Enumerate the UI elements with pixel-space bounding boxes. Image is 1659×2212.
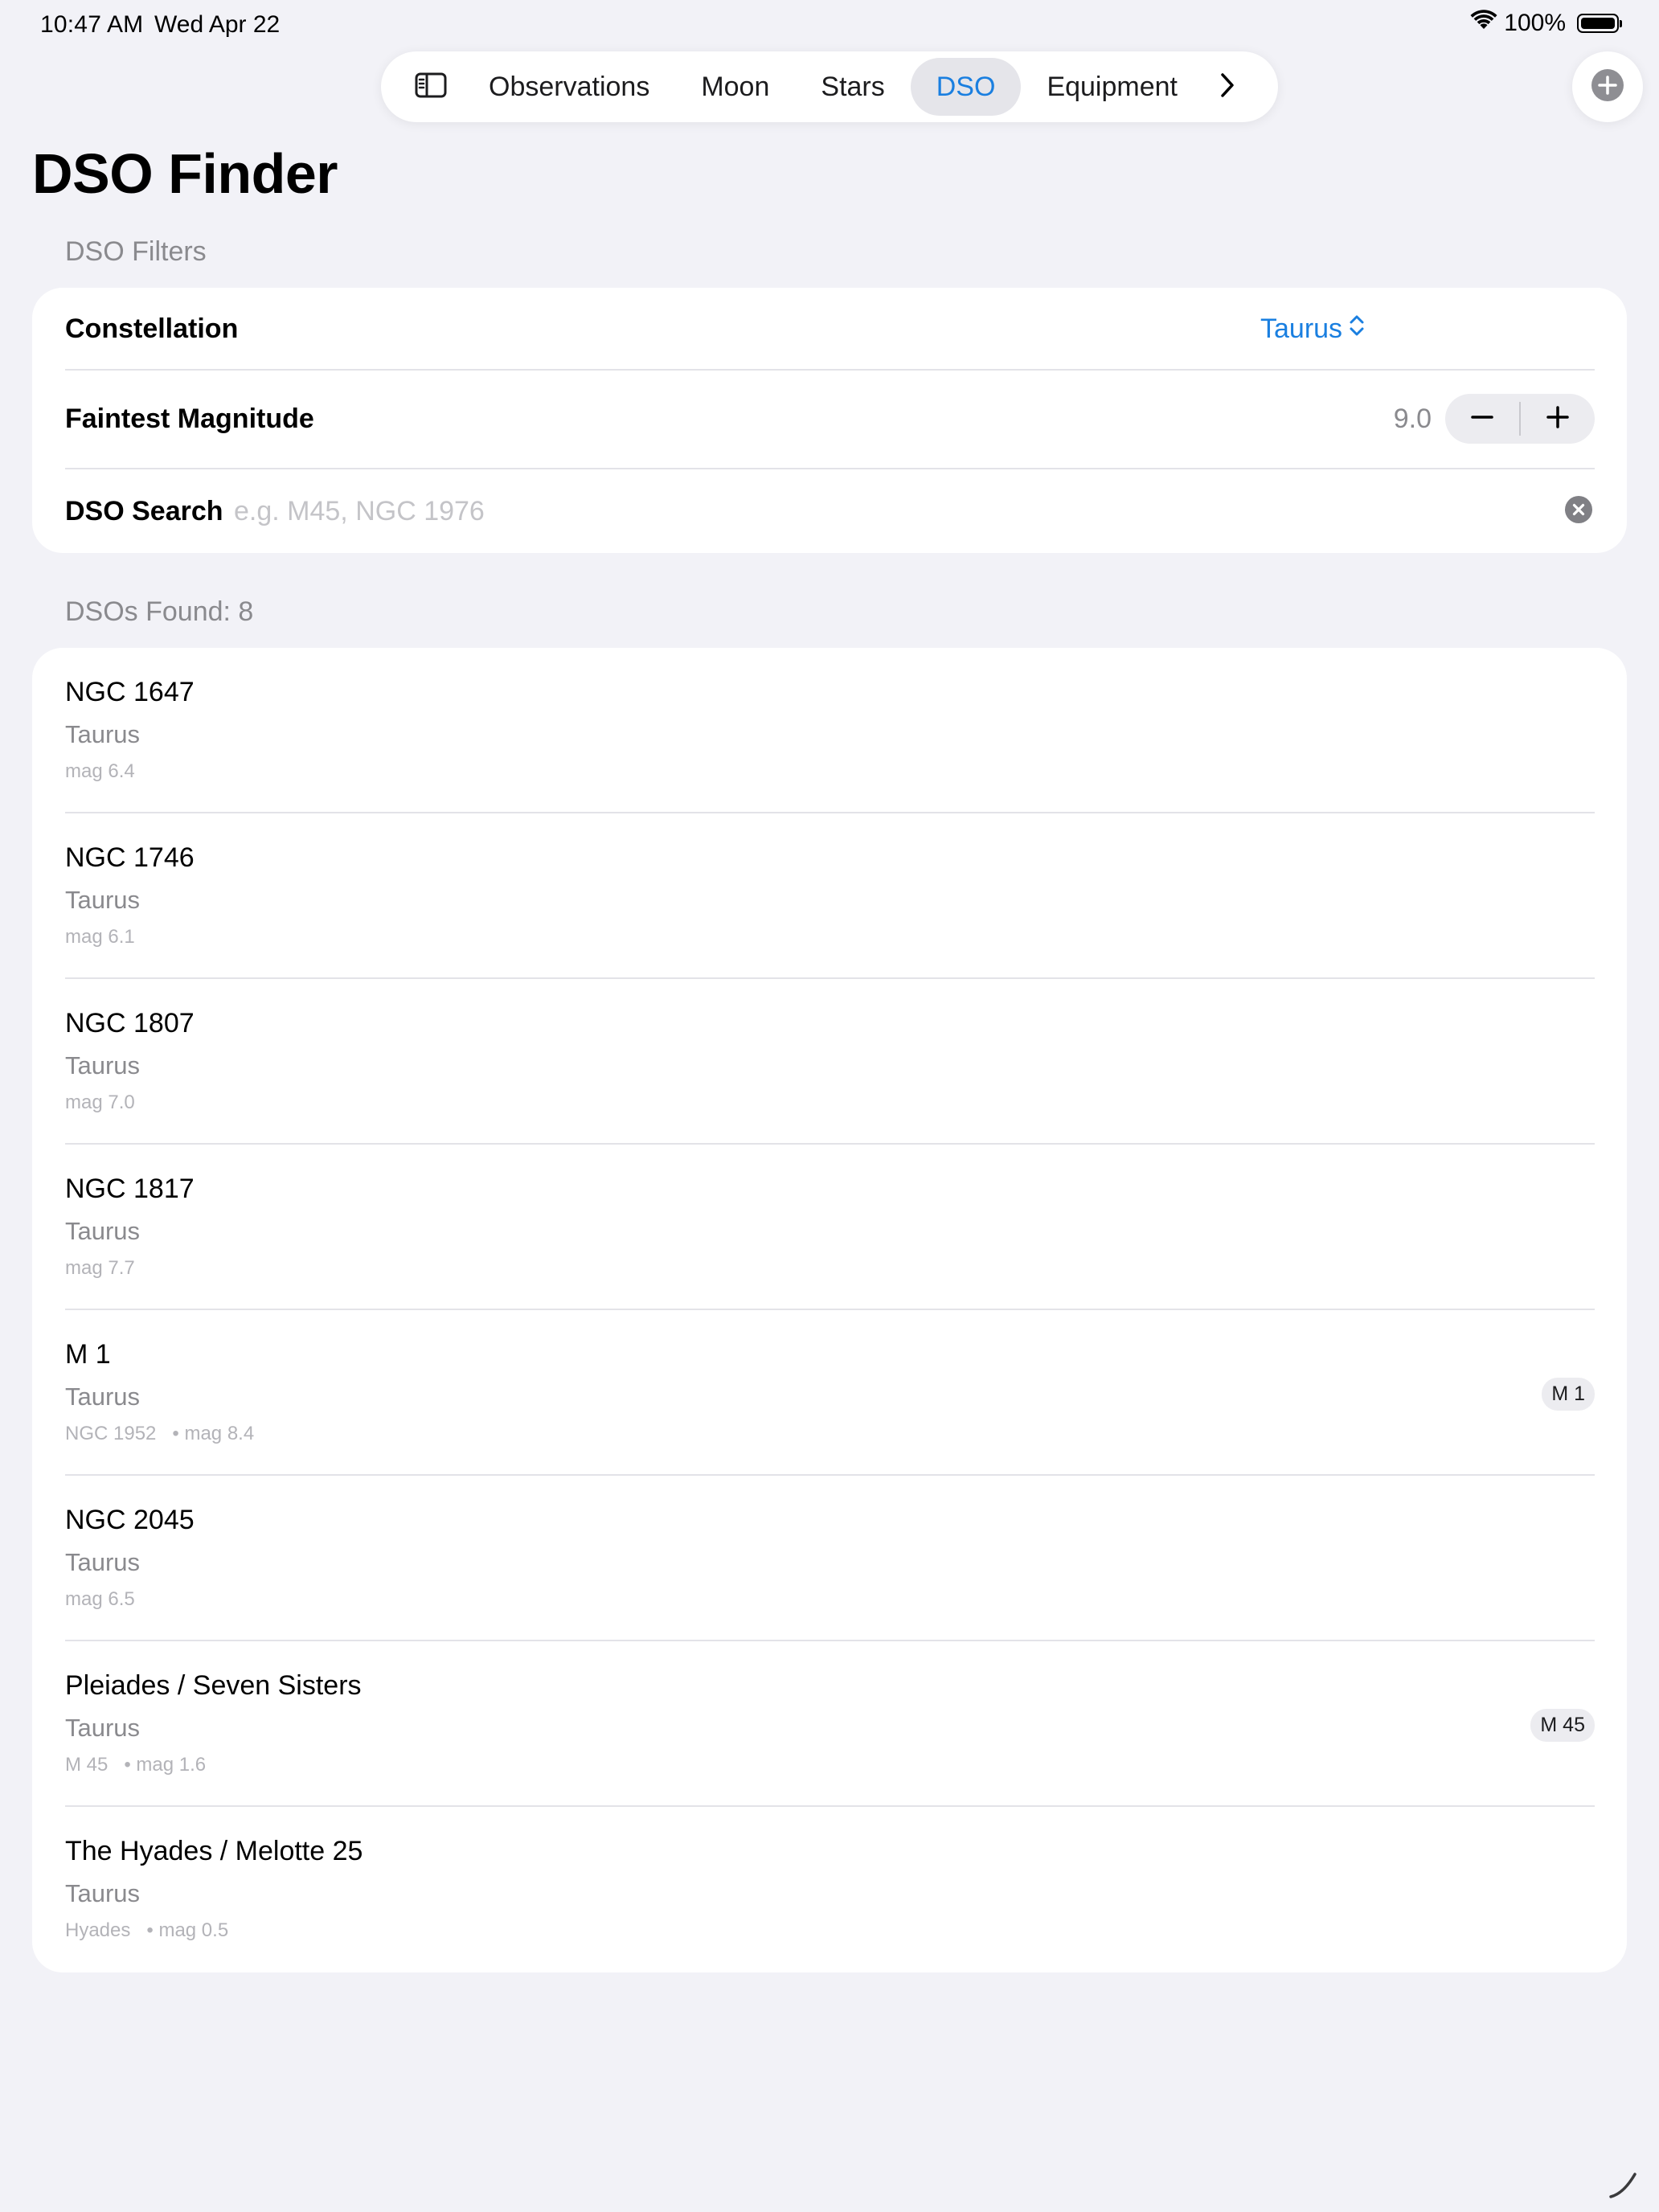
chevron-right-icon [1219, 72, 1235, 102]
dso-constellation: Taurus [65, 1382, 141, 1411]
pencil-stroke-icon [1606, 2157, 1651, 2206]
chevron-up-down-icon [1349, 313, 1365, 345]
plus-circle-icon [1591, 68, 1624, 106]
plus-icon [1546, 405, 1570, 433]
constellation-label: Constellation [65, 313, 239, 344]
dso-meta: NGC 1952 • mag 8.4 [65, 1423, 255, 1444]
decrement-button[interactable] [1445, 394, 1519, 444]
battery-percent: 100% [1504, 10, 1566, 36]
status-bar: 10:47 AM Wed Apr 22 100% [0, 0, 1659, 51]
dso-list-item[interactable]: The Hyades / Melotte 25 Taurus Hyades • ma… [32, 1807, 1627, 1972]
dso-list-item[interactable]: Pleiades / Seven Sisters Taurus M 45 • mag… [32, 1641, 1627, 1807]
battery-fill [1581, 18, 1615, 29]
dso-list-item[interactable]: NGC 1817 Taurus mag 7.7 [32, 1145, 1627, 1310]
dso-name: The Hyades / Melotte 25 [65, 1836, 363, 1866]
dso-catalog-badge: M 45 [1530, 1709, 1595, 1742]
dso-meta: mag 7.0 [65, 1092, 135, 1113]
dso-constellation: Taurus [65, 1714, 141, 1742]
status-date: Wed Apr 22 [154, 11, 281, 38]
dso-meta: mag 6.5 [65, 1588, 135, 1610]
increment-button[interactable] [1521, 394, 1595, 444]
dso-list-item[interactable]: NGC 1746 Taurus mag 6.1 [32, 813, 1627, 979]
magnitude-row: Faintest Magnitude 9.0 [65, 371, 1595, 467]
more-tabs-button[interactable] [1203, 58, 1251, 116]
dso-name: NGC 1647 [65, 677, 195, 707]
dso-name: NGC 2045 [65, 1505, 195, 1535]
dso-list-item[interactable]: NGC 1807 Taurus mag 7.0 [32, 979, 1627, 1145]
dso-constellation: Taurus [65, 886, 141, 914]
xmark-circle-icon [1565, 495, 1592, 527]
top-tab-bar: Observations Moon Stars DSO Equipment [381, 51, 1278, 122]
dso-list-item[interactable]: NGC 2045 Taurus mag 6.5 [32, 1476, 1627, 1641]
search-input[interactable] [234, 495, 1546, 527]
dso-meta: mag 6.1 [65, 926, 135, 948]
dso-constellation: Taurus [65, 1217, 141, 1245]
dso-meta: mag 6.4 [65, 760, 135, 782]
dso-name: NGC 1807 [65, 1008, 195, 1038]
dso-constellation: Taurus [65, 720, 141, 748]
sidebar-icon [415, 72, 447, 102]
tab-observations[interactable]: Observations [463, 58, 675, 116]
clear-search-button[interactable] [1565, 495, 1592, 527]
magnitude-value: 9.0 [1393, 403, 1432, 434]
add-button[interactable] [1572, 51, 1643, 122]
dso-list-item[interactable]: NGC 1647 Taurus mag 6.4 [32, 648, 1627, 813]
tab-equipment[interactable]: Equipment [1021, 58, 1203, 116]
page-title: DSO Finder [32, 142, 338, 205]
dso-constellation: Taurus [65, 1548, 141, 1576]
dso-catalog-badge: M 1 [1542, 1378, 1595, 1411]
constellation-value: Taurus [1260, 313, 1343, 344]
constellation-row: Constellation Taurus [65, 288, 1595, 370]
minus-icon [1470, 405, 1494, 433]
tab-dso[interactable]: DSO [910, 58, 1022, 116]
dso-meta: Hyades • mag 0.5 [65, 1919, 229, 1941]
filters-card: Constellation Taurus Faintest Magnitude … [32, 288, 1627, 553]
sidebar-toggle-button[interactable] [399, 58, 463, 116]
filters-section-header: DSO Filters [65, 236, 207, 267]
status-time: 10:47 AM [40, 11, 144, 38]
dso-constellation: Taurus [65, 1051, 141, 1079]
dso-meta: M 45 • mag 1.6 [65, 1754, 207, 1776]
battery-icon [1577, 14, 1622, 33]
constellation-picker[interactable]: Taurus [1260, 288, 1365, 370]
dso-name: NGC 1746 [65, 842, 195, 873]
dso-name: Pleiades / Seven Sisters [65, 1670, 362, 1701]
tab-moon[interactable]: Moon [675, 58, 795, 116]
results-card: NGC 1647 Taurus mag 6.4 NGC 1746 Taurus mag 6… [32, 648, 1627, 1972]
tab-stars[interactable]: Stars [795, 58, 910, 116]
magnitude-label: Faintest Magnitude [65, 403, 314, 434]
wifi-icon [1470, 10, 1497, 37]
search-row: DSO Search [65, 469, 1595, 553]
dso-name: M 1 [65, 1339, 111, 1370]
dso-name: NGC 1817 [65, 1174, 195, 1204]
status-indicators: 100% [1470, 10, 1622, 37]
dso-list-item[interactable]: M 1 Taurus NGC 1952 • mag 8.4 M 1 [32, 1310, 1627, 1476]
magnitude-stepper [1445, 394, 1595, 444]
dso-constellation: Taurus [65, 1879, 141, 1907]
dso-meta: mag 7.7 [65, 1257, 135, 1279]
results-section-header: DSOs Found: 8 [65, 596, 254, 627]
search-label: DSO Search [65, 495, 223, 526]
